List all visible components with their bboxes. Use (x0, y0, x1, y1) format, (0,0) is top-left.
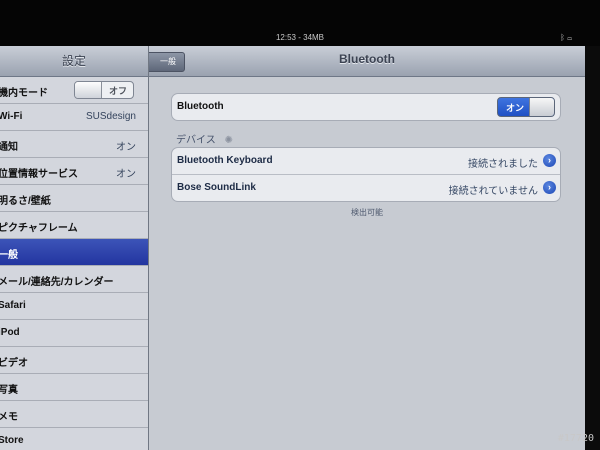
loading-spinner-icon: ✺ (224, 135, 233, 146)
settings-item-label: iPod (0, 327, 20, 338)
settings-item-brightness-wallpaper[interactable]: 明るさ/壁紙 (0, 185, 148, 212)
detail-disclosure-icon[interactable]: › (543, 154, 556, 167)
settings-item-value: SUSdesign (85, 111, 136, 122)
battery-icon: ▭ (567, 33, 572, 42)
settings-master-pane: 設定 機内モード オフ Wi-Fi SUSdesign 通知 オン 位置情報サー… (0, 46, 149, 450)
discoverable-note: 検出可能 (351, 208, 383, 217)
device-name: Bluetooth Keyboard (177, 155, 273, 166)
settings-item-picture-frame[interactable]: ピクチャフレーム (0, 212, 148, 239)
master-nav-bar: 設定 (0, 46, 148, 77)
settings-item-label: 写真 (0, 385, 18, 396)
settings-item-label: ピクチャフレーム (0, 223, 78, 234)
device-row[interactable]: Bose SoundLink 接続されていません › (172, 175, 560, 201)
settings-item-photos[interactable]: 写真 (0, 374, 148, 401)
settings-item-label: 明るさ/壁紙 (0, 196, 51, 207)
bluetooth-row-label: Bluetooth (177, 101, 224, 112)
settings-item-label: 機内モード (0, 88, 48, 99)
settings-item-value: オン (116, 169, 136, 180)
settings-item-mail-contacts-calendars[interactable]: メール/連絡先/カレンダー (0, 266, 148, 293)
settings-item-label: 通知 (0, 142, 18, 153)
devices-list: Bluetooth Keyboard 接続されました › Bose SoundL… (171, 147, 561, 202)
toggle-text: オフ (108, 86, 127, 96)
airplane-mode-toggle[interactable]: オフ (74, 81, 134, 99)
settings-item-label: Safari (0, 300, 26, 311)
settings-item-airplane-mode[interactable]: 機内モード オフ (0, 77, 148, 104)
devices-header: デバイス ✺ (176, 131, 233, 146)
toggle-text: オン (506, 103, 525, 113)
status-time: 12:53 - 34MB (275, 33, 325, 42)
bluetooth-toggle-row: Bluetooth オン (172, 94, 560, 120)
settings-item-label: Store (0, 435, 24, 446)
settings-item-video[interactable]: ビデオ (0, 347, 148, 374)
detail-nav-bar: 一般 Bluetooth (149, 46, 585, 77)
settings-item-safari[interactable]: Safari (0, 293, 148, 320)
device-status: 接続されていません (448, 186, 538, 197)
settings-item-notes[interactable]: メモ (0, 401, 148, 428)
master-title: 設定 (61, 54, 86, 68)
bluetooth-icon: ᛒ (560, 33, 565, 42)
settings-item-label: メール/連絡先/カレンダー (0, 277, 114, 288)
bluetooth-toggle[interactable]: オン (497, 97, 555, 117)
page-title: Bluetooth (339, 52, 395, 66)
device-status: 接続されました (468, 159, 538, 170)
toggle-knob (529, 98, 554, 116)
settings-item-label: Wi-Fi (0, 111, 23, 122)
bluetooth-detail-pane: 一般 Bluetooth Bluetooth オン デバイス ✺ Bluetoo… (149, 46, 585, 450)
settings-item-wifi[interactable]: Wi-Fi SUSdesign (0, 104, 148, 131)
settings-item-label: 一般 (0, 250, 18, 261)
settings-item-store[interactable]: Store (0, 428, 148, 450)
settings-item-label: ビデオ (0, 358, 28, 369)
status-icons: ᛒ ▭ (560, 30, 572, 46)
status-bar: 12:53 - 34MB ᛒ ▭ (0, 30, 600, 46)
settings-item-label: 位置情報サービス (0, 169, 78, 180)
bluetooth-toggle-group: Bluetooth オン (171, 93, 561, 121)
settings-item-location-services[interactable]: 位置情報サービス オン (0, 158, 148, 185)
settings-item-ipod[interactable]: iPod (0, 320, 148, 347)
devices-header-label: デバイス (176, 135, 216, 146)
detail-disclosure-icon[interactable]: › (543, 181, 556, 194)
toggle-knob (75, 82, 102, 98)
settings-item-label: メモ (0, 412, 18, 423)
watermark: #17720 (557, 433, 594, 444)
device-name: Bose SoundLink (177, 182, 256, 193)
device-row[interactable]: Bluetooth Keyboard 接続されました › (172, 148, 560, 175)
settings-list: 機内モード オフ Wi-Fi SUSdesign 通知 オン 位置情報サービス … (0, 77, 148, 450)
settings-item-notifications[interactable]: 通知 オン (0, 131, 148, 158)
settings-item-general[interactable]: 一般 (0, 239, 148, 266)
settings-item-value: オン (116, 142, 136, 153)
